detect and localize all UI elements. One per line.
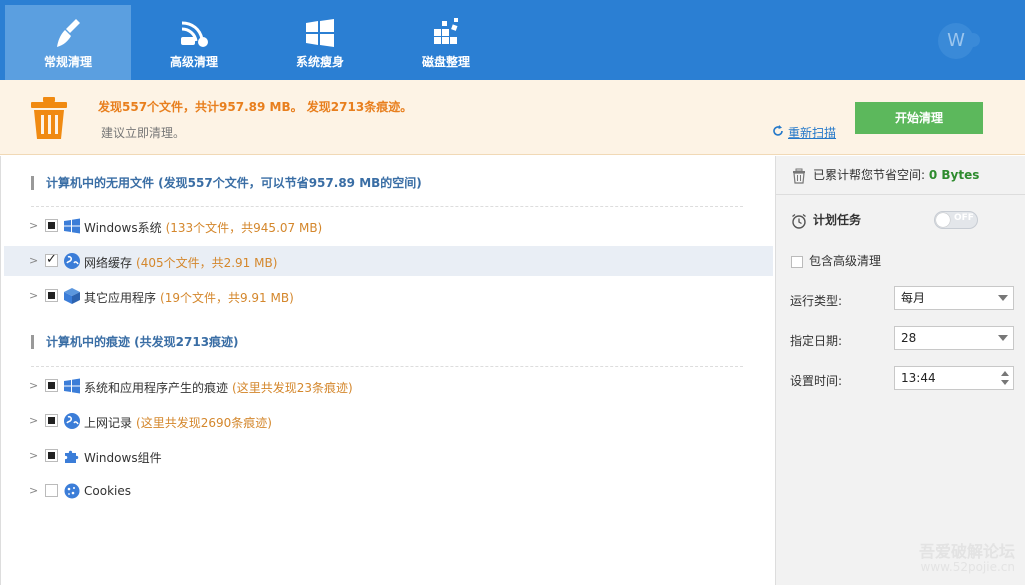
spin-down-icon[interactable] <box>1001 380 1009 385</box>
divider <box>776 194 1025 195</box>
tab-regular-clean[interactable]: 常规清理 <box>5 5 131 80</box>
space-saved: 已累计帮您节省空间: 0 Bytes <box>791 166 979 184</box>
tab-label: 高级清理 <box>169 55 218 69</box>
tab-label: 常规清理 <box>43 55 92 69</box>
scan-result-banner: 发现557个文件，共计957.89 MB。 发现2713条痕迹。 建议立即清理。… <box>0 80 1025 155</box>
schedule-toggle[interactable]: OFF <box>934 211 978 229</box>
checkbox[interactable] <box>45 484 58 497</box>
windows-icon <box>64 378 80 394</box>
item-info: (这里共发现23条痕迹) <box>232 381 353 395</box>
globe-icon <box>64 413 80 429</box>
schedule-task: 计划任务 <box>791 211 861 229</box>
run-type-select[interactable]: 每月 <box>894 286 1014 310</box>
tab-label: 系统瘦身 <box>295 55 344 69</box>
checkbox[interactable] <box>45 414 58 427</box>
trash-icon <box>793 168 805 184</box>
time-spinner[interactable]: 13:44 <box>894 366 1014 390</box>
checkbox[interactable] <box>45 379 58 392</box>
section-title-traces: 计算机中的痕迹 (共发现2713痕迹) <box>31 335 239 349</box>
forum-watermark: 吾爱破解论坛 <box>918 542 1015 561</box>
box-icon <box>64 288 80 304</box>
rescan-label: 重新扫描 <box>788 126 837 140</box>
list-item-windows-components[interactable]: > Windows组件 <box>4 441 773 471</box>
expand-arrow-icon[interactable]: > <box>29 484 39 498</box>
vacuum-icon <box>181 21 208 47</box>
tab-system-slim[interactable]: 系统瘦身 <box>257 5 383 80</box>
scan-advice: 建议立即清理。 <box>101 126 186 140</box>
windows-icon <box>306 19 334 47</box>
item-info: (19个文件，共9.91 MB) <box>160 291 294 305</box>
expand-arrow-icon[interactable]: > <box>29 379 39 393</box>
item-label: 其它应用程序 (19个文件，共9.91 MB) <box>84 291 294 305</box>
item-label: 系统和应用程序产生的痕迹 (这里共发现23条痕迹) <box>84 381 353 395</box>
broom-icon <box>57 19 80 47</box>
start-clean-button[interactable]: 开始清理 <box>855 102 983 134</box>
chevron-down-icon <box>998 295 1008 301</box>
space-saved-label: 已累计帮您节省空间: <box>813 168 926 182</box>
settings-panel: 已累计帮您节省空间: 0 Bytes 计划任务 OFF 包含高级清理 运行类型:… <box>775 156 1025 585</box>
section-title-junk-files: 计算机中的无用文件 (发现557个文件，可以节省957.89 MB的空间) <box>31 176 422 190</box>
scan-result-list: 计算机中的无用文件 (发现557个文件，可以节省957.89 MB的空间) > … <box>0 156 774 585</box>
checkbox[interactable] <box>45 449 58 462</box>
item-label: Windows组件 <box>84 451 162 465</box>
user-avatar[interactable]: W <box>938 23 980 59</box>
list-item-network-cache[interactable]: > 网络缓存(405个文件，共2.91 MB) <box>4 246 773 276</box>
puzzle-icon <box>65 450 79 463</box>
checkbox[interactable] <box>45 289 58 302</box>
divider <box>31 206 743 207</box>
item-info: (133个文件，共945.07 MB) <box>165 221 323 235</box>
item-label: Windows系统 (133个文件，共945.07 MB) <box>84 221 323 235</box>
windows-icon <box>64 218 80 234</box>
refresh-icon <box>773 125 783 136</box>
checkbox[interactable] <box>45 219 58 232</box>
date-select[interactable]: 28 <box>894 326 1014 350</box>
time-value: 13:44 <box>901 371 936 385</box>
list-item-windows-system[interactable]: > Windows系统 (133个文件，共945.07 MB) <box>4 211 773 241</box>
expand-arrow-icon[interactable]: > <box>29 449 39 463</box>
checkbox[interactable] <box>45 252 58 267</box>
expand-arrow-icon[interactable]: > <box>29 219 39 233</box>
schedule-label: 计划任务 <box>813 213 862 227</box>
list-item-system-traces[interactable]: > 系统和应用程序产生的痕迹 (这里共发现23条痕迹) <box>4 371 773 401</box>
item-label: 上网记录 (这里共发现2690条痕迹) <box>84 416 272 430</box>
checkbox[interactable] <box>791 255 803 268</box>
run-type-value: 每月 <box>901 291 926 305</box>
date-label: 指定日期: <box>790 334 843 348</box>
tab-disk-defrag[interactable]: 磁盘整理 <box>383 5 509 80</box>
tab-label: 磁盘整理 <box>421 55 470 69</box>
item-label: 网络缓存 (405个文件，共2.91 MB) <box>84 256 278 270</box>
chevron-down-icon <box>998 335 1008 341</box>
space-saved-value: 0 Bytes <box>928 168 980 182</box>
toggle-state: OFF <box>954 213 974 223</box>
alarm-clock-icon <box>792 213 806 229</box>
date-value: 28 <box>901 331 917 345</box>
time-label: 设置时间: <box>790 374 843 388</box>
item-info: (405个文件，共2.91 MB) <box>136 256 278 270</box>
rescan-link[interactable]: 重新扫描 <box>772 124 836 141</box>
list-item-other-apps[interactable]: > 其它应用程序 (19个文件，共9.91 MB) <box>4 281 773 311</box>
globe-icon <box>64 253 80 269</box>
defrag-icon <box>434 18 458 44</box>
top-nav-bar: 常规清理 高级清理 系统瘦身 磁盘整理 W <box>0 0 1025 80</box>
include-advanced-clean[interactable]: 包含高级清理 <box>791 252 881 269</box>
expand-arrow-icon[interactable]: > <box>29 289 39 303</box>
include-advanced-label: 包含高级清理 <box>809 254 882 268</box>
scan-summary: 发现557个文件，共计957.89 MB。 发现2713条痕迹。 <box>98 100 413 114</box>
toggle-knob <box>936 213 950 227</box>
tab-advanced-clean[interactable]: 高级清理 <box>131 5 257 80</box>
item-label: Cookies <box>84 484 131 498</box>
divider <box>31 366 743 367</box>
spin-up-icon[interactable] <box>1001 371 1009 376</box>
run-type-label: 运行类型: <box>790 294 843 308</box>
cookie-icon <box>64 483 80 499</box>
expand-arrow-icon[interactable]: > <box>29 254 39 268</box>
trash-icon <box>31 97 67 139</box>
list-item-cookies[interactable]: > Cookies <box>4 476 773 506</box>
list-item-browsing-history[interactable]: > 上网记录 (这里共发现2690条痕迹) <box>4 406 773 436</box>
item-info: (这里共发现2690条痕迹) <box>136 416 272 430</box>
forum-watermark-url: www.52pojie.cn <box>920 560 1015 574</box>
expand-arrow-icon[interactable]: > <box>29 414 39 428</box>
